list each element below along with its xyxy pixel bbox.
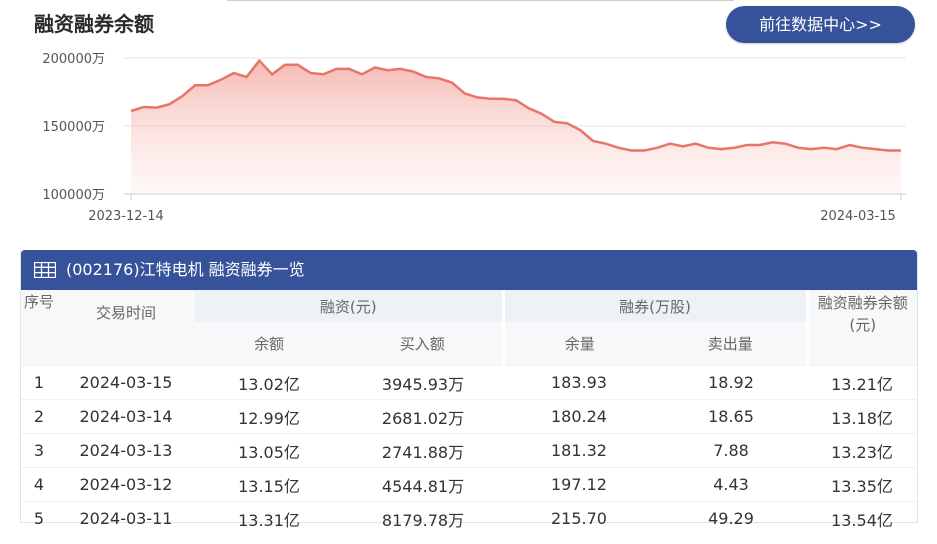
chart-area bbox=[131, 60, 901, 195]
table-row: 3 2024-03-13 13.05亿 2741.88万 181.32 7.88… bbox=[21, 433, 917, 468]
cell-total: 13.35亿 bbox=[807, 467, 917, 502]
table-row: 2 2024-03-14 12.99亿 2681.02万 180.24 18.6… bbox=[21, 399, 917, 434]
cell-buy: 8179.78万 bbox=[343, 501, 503, 535]
cell-sell: 18.65 bbox=[655, 399, 807, 434]
table-title: (002176)江特电机 融资融券一览 bbox=[66, 260, 305, 279]
cell-seq: 5 bbox=[21, 501, 57, 535]
y-tick-label: 100000万 bbox=[42, 188, 105, 203]
table-header-bar: (002176)江特电机 融资融券一览 bbox=[21, 250, 917, 290]
x-tick-label: 2023-12-14 bbox=[88, 209, 164, 224]
cell-seq: 1 bbox=[21, 365, 57, 400]
cell-seq: 2 bbox=[21, 399, 57, 434]
table-row: 4 2024-03-12 13.15亿 4544.81万 197.12 4.43… bbox=[21, 467, 917, 502]
col-date: 交易时间 bbox=[57, 290, 195, 366]
cell-balance: 12.99亿 bbox=[195, 399, 343, 434]
cell-buy: 2681.02万 bbox=[343, 399, 503, 434]
y-tick-label: 200000万 bbox=[42, 52, 105, 67]
cell-total: 13.23亿 bbox=[807, 433, 917, 468]
cell-total: 13.54亿 bbox=[807, 501, 917, 535]
cell-date: 2024-03-14 bbox=[57, 399, 195, 434]
cell-balance: 13.15亿 bbox=[195, 467, 343, 502]
margin-trading-table: (002176)江特电机 融资融券一览 序号 交易时间 融资(元) 融券(万股)… bbox=[20, 250, 918, 535]
cell-buy: 2741.88万 bbox=[343, 433, 503, 468]
top-divider bbox=[227, 0, 734, 1]
sub-balance: 余额 bbox=[195, 322, 343, 366]
sub-buy: 买入额 bbox=[343, 322, 503, 366]
cell-remaining: 181.32 bbox=[503, 433, 655, 468]
table-row: 5 2024-03-11 13.31亿 8179.78万 215.70 49.2… bbox=[21, 501, 917, 535]
group-lending: 融券(万股) bbox=[501, 290, 807, 322]
y-tick-label: 150000万 bbox=[42, 120, 105, 135]
col-seq: 序号 bbox=[21, 290, 57, 366]
cell-sell: 49.29 bbox=[655, 501, 807, 535]
table-row: 1 2024-03-15 13.02亿 3945.93万 183.93 18.9… bbox=[21, 365, 917, 400]
table-icon bbox=[34, 262, 56, 278]
group-financing: 融资(元) bbox=[195, 290, 503, 322]
cell-sell: 7.88 bbox=[655, 433, 807, 468]
cell-seq: 4 bbox=[21, 467, 57, 502]
cell-buy: 3945.93万 bbox=[343, 365, 503, 400]
col-total: 融资融券余额(元) bbox=[805, 290, 917, 366]
cell-remaining: 183.93 bbox=[503, 365, 655, 400]
cell-buy: 4544.81万 bbox=[343, 467, 503, 502]
cell-total: 13.18亿 bbox=[807, 399, 917, 434]
cell-total: 13.21亿 bbox=[807, 365, 917, 400]
cell-sell: 18.92 bbox=[655, 365, 807, 400]
cell-sell: 4.43 bbox=[655, 467, 807, 502]
x-tick-label: 2024-03-15 bbox=[820, 209, 896, 224]
cell-date: 2024-03-13 bbox=[57, 433, 195, 468]
cell-remaining: 197.12 bbox=[503, 467, 655, 502]
cell-remaining: 215.70 bbox=[503, 501, 655, 535]
cell-date: 2024-03-11 bbox=[57, 501, 195, 535]
data-table: 序号 交易时间 融资(元) 融券(万股) 融资融券余额(元) 余额 买入额 余量… bbox=[21, 290, 917, 535]
cell-date: 2024-03-12 bbox=[57, 467, 195, 502]
cell-balance: 13.05亿 bbox=[195, 433, 343, 468]
sub-sell: 卖出量 bbox=[655, 322, 807, 366]
sub-remaining: 余量 bbox=[501, 322, 655, 366]
cell-balance: 13.02亿 bbox=[195, 365, 343, 400]
cell-remaining: 180.24 bbox=[503, 399, 655, 434]
cell-date: 2024-03-15 bbox=[57, 365, 195, 400]
data-center-button[interactable]: 前往数据中心>> bbox=[726, 6, 915, 43]
page-title: 融资融券余额 bbox=[34, 12, 154, 36]
cell-seq: 3 bbox=[21, 433, 57, 468]
margin-balance-chart: 200000万 150000万 100000万 2023-12-14 2024-03-1… bbox=[42, 52, 906, 224]
cell-balance: 13.31亿 bbox=[195, 501, 343, 535]
